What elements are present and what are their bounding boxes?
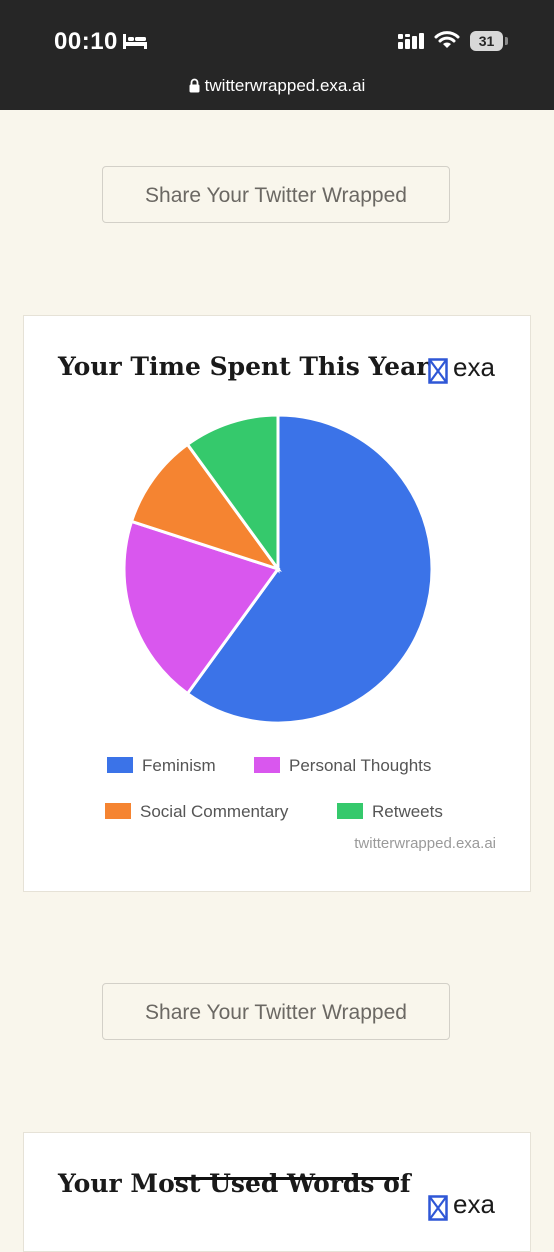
exa-hourglass-icon	[428, 358, 448, 384]
share-button[interactable]: Share Your Twitter Wrapped	[102, 166, 450, 223]
exa-logo-text: exa	[453, 352, 495, 382]
time-spent-card: Your Time Spent This Year exa Feminism P…	[23, 315, 531, 892]
clock: 00:10	[54, 28, 118, 55]
status-bar: 00:10 31 twitterwrapped.exa.ai	[0, 0, 554, 110]
legend-item-retweets[interactable]: Retweets	[337, 802, 443, 822]
legend-swatch	[107, 757, 133, 773]
legend-swatch	[254, 757, 280, 773]
card-title: Your Time Spent This Year	[58, 352, 430, 381]
wifi-icon	[434, 31, 460, 48]
bed-icon	[123, 34, 147, 49]
address-bar[interactable]: twitterwrapped.exa.ai	[0, 76, 554, 96]
legend-swatch	[337, 803, 363, 819]
exa-hourglass-icon	[428, 1195, 448, 1221]
pie-chart	[122, 413, 434, 725]
legend-label: Personal Thoughts	[289, 756, 432, 775]
signal-icon	[398, 33, 424, 49]
share-button-2[interactable]: Share Your Twitter Wrapped	[102, 983, 450, 1040]
legend-swatch	[105, 803, 131, 819]
url-text: twitterwrapped.exa.ai	[204, 76, 366, 95]
lock-icon	[189, 78, 200, 93]
legend-item-social-commentary[interactable]: Social Commentary	[105, 802, 288, 822]
card-title: Your Most Used Words of	[58, 1169, 411, 1198]
legend-item-personal-thoughts[interactable]: Personal Thoughts	[254, 756, 431, 776]
redaction-scribble	[174, 1177, 399, 1180]
exa-logo-text: exa	[453, 1189, 495, 1219]
most-used-words-card: Your Most Used Words of exa	[23, 1132, 531, 1252]
battery-level: 31	[478, 33, 495, 49]
legend-label: Feminism	[142, 756, 216, 775]
watermark: twitterwrapped.exa.ai	[354, 835, 496, 852]
legend-label: Social Commentary	[140, 802, 289, 821]
legend-label: Retweets	[372, 802, 443, 821]
battery-indicator: 31	[470, 31, 508, 51]
legend-item-feminism[interactable]: Feminism	[107, 756, 216, 776]
